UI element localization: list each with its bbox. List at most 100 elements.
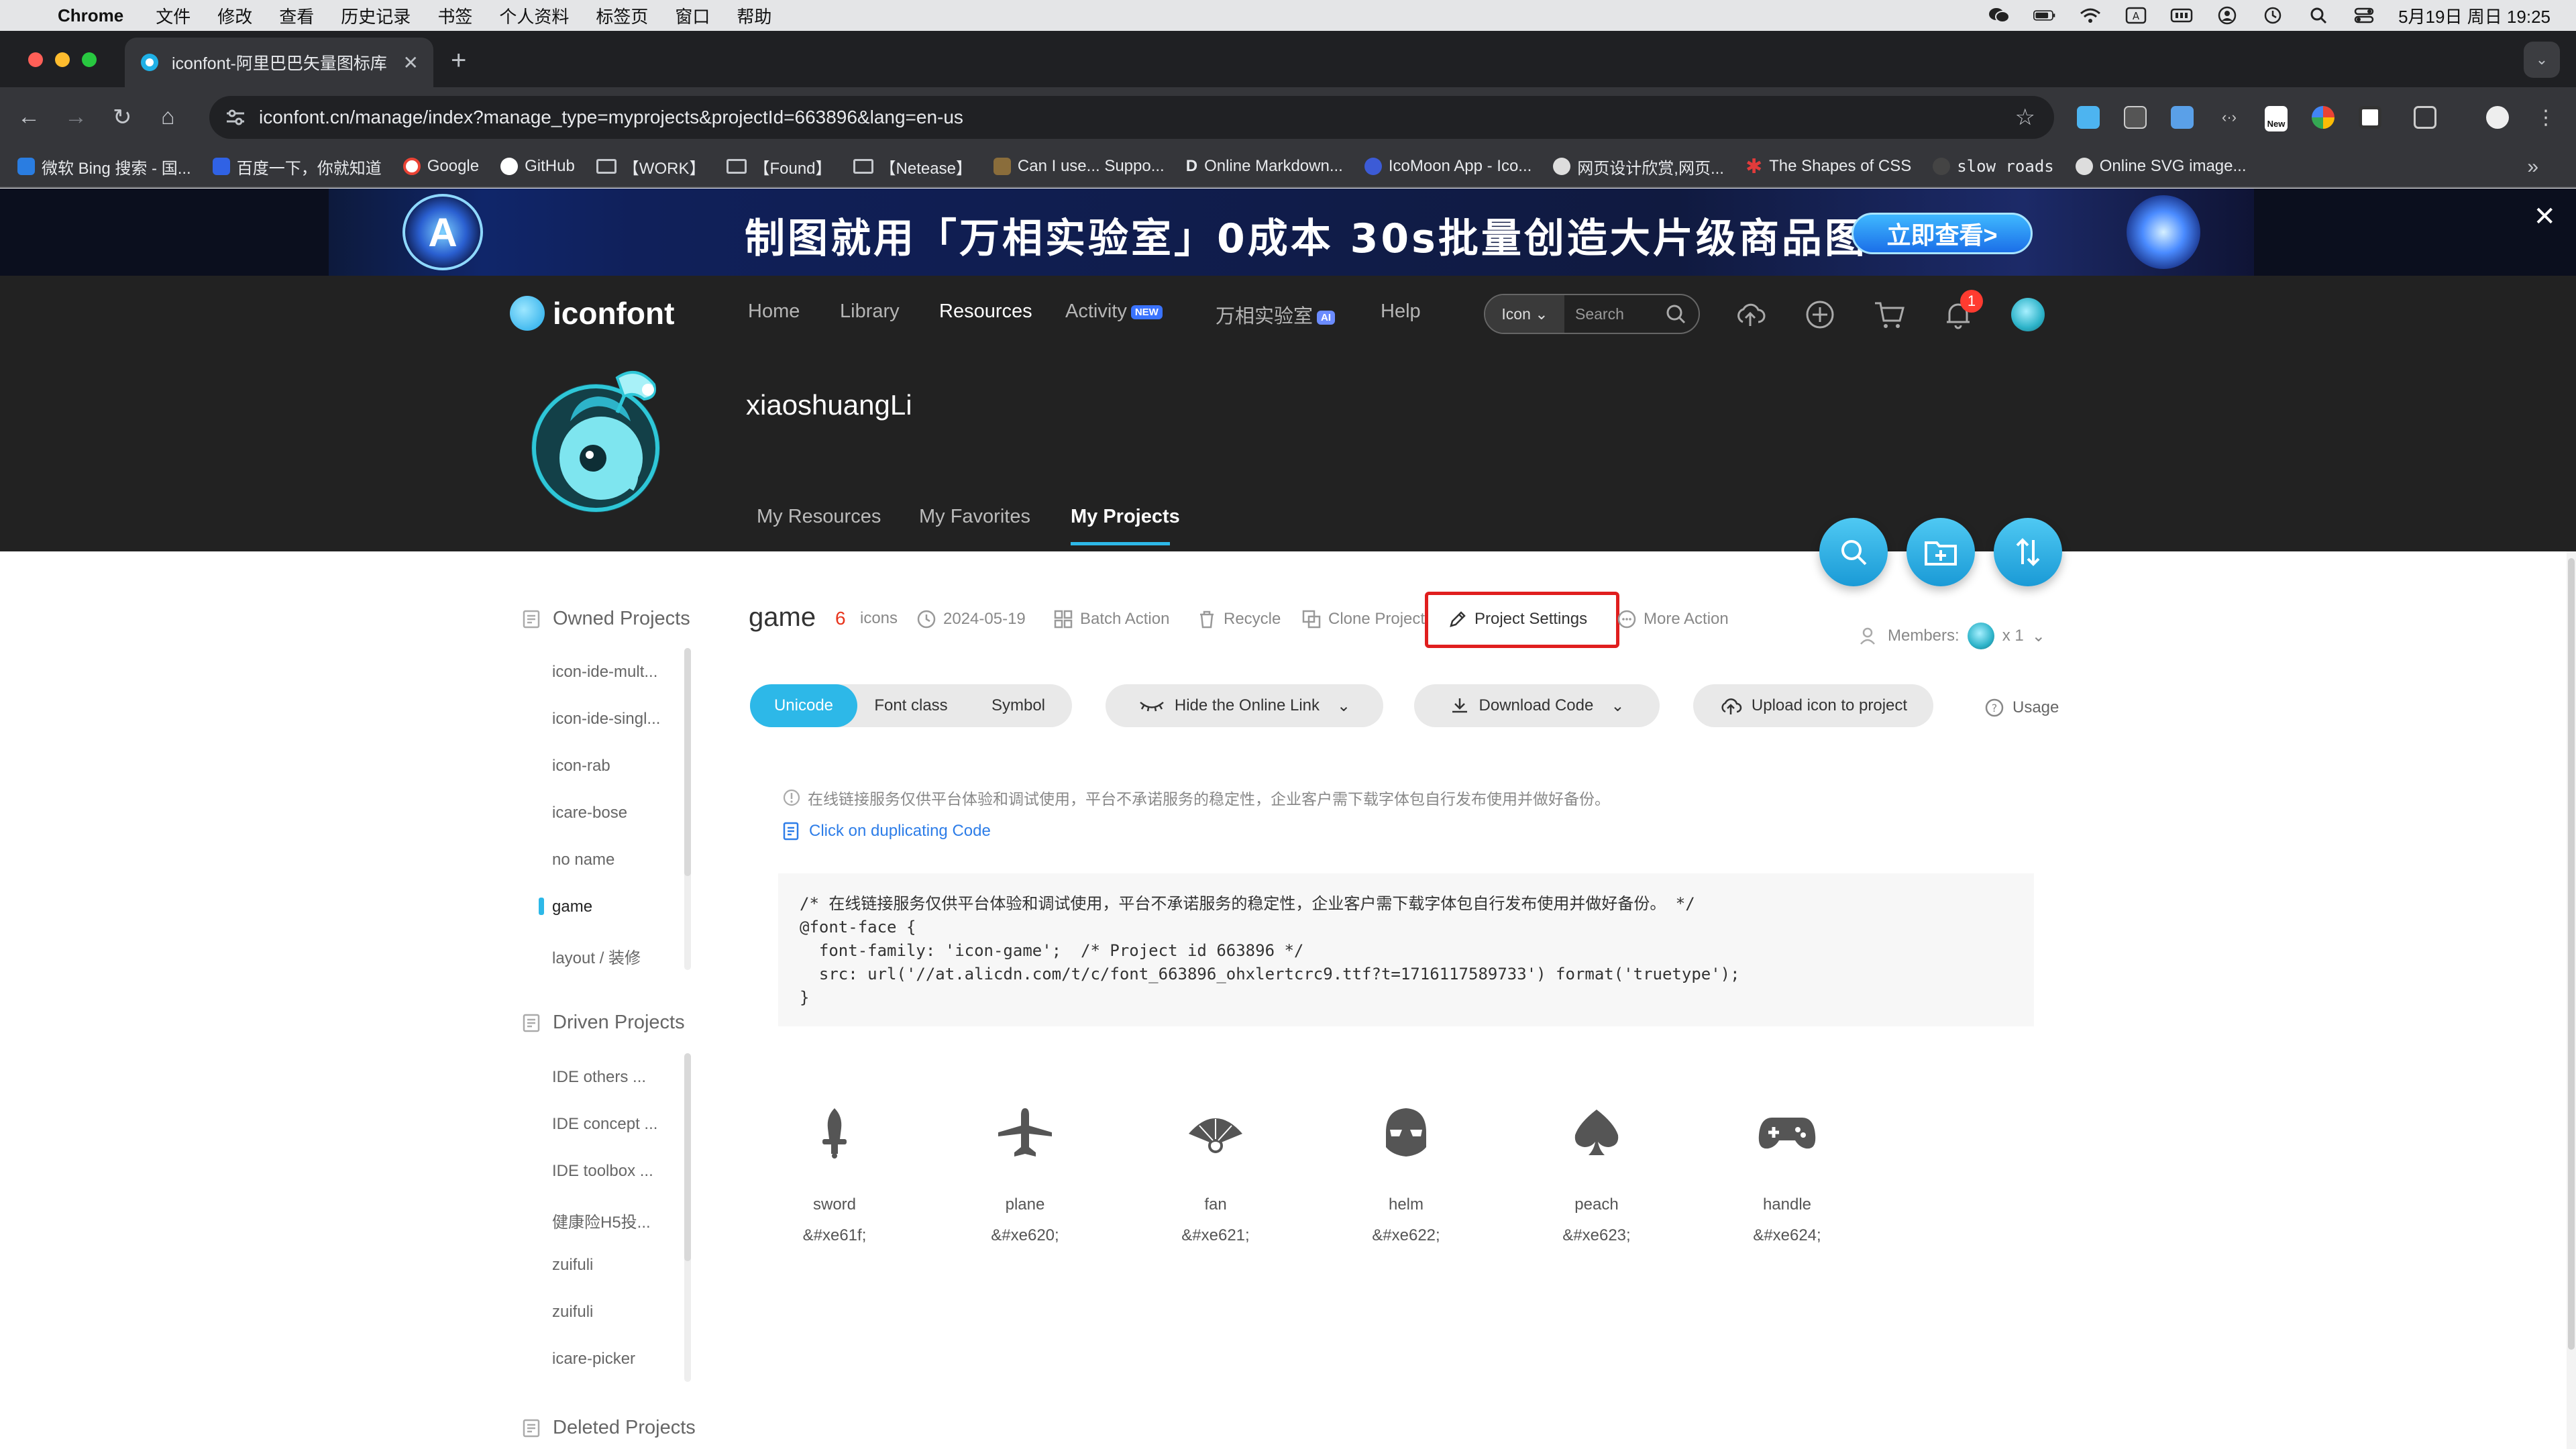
- icon-card-plane[interactable]: plane &#xe620;: [958, 1100, 1092, 1245]
- subtab-my-favorites[interactable]: My Favorites: [919, 506, 1030, 528]
- project-item[interactable]: icon-ide-mult...: [552, 663, 657, 682]
- bookmark-slow-roads[interactable]: slow roads: [1933, 157, 2054, 176]
- back-arrow-icon[interactable]: ←: [17, 104, 40, 130]
- spotlight-search-icon[interactable]: [2307, 7, 2330, 24]
- project-item[interactable]: icare-bose: [552, 804, 627, 822]
- icon-card-helm[interactable]: helm &#xe622;: [1339, 1100, 1473, 1245]
- mode-unicode[interactable]: Unicode: [750, 684, 857, 727]
- add-circle-icon[interactable]: [1805, 299, 1835, 330]
- browser-menu-icon[interactable]: ⋮: [2534, 106, 2557, 129]
- menu-window[interactable]: 窗口: [675, 3, 710, 28]
- more-action-button[interactable]: More Action: [1617, 609, 1729, 629]
- menu-history[interactable]: 历史记录: [341, 3, 411, 28]
- upload-icon-button[interactable]: Upload icon to project: [1693, 684, 1933, 727]
- icon-card-sword[interactable]: sword &#xe61f;: [767, 1100, 902, 1245]
- clone-project-button[interactable]: Clone Project: [1301, 609, 1425, 629]
- menubar-clock[interactable]: 5月19日 周日 19:25: [2398, 3, 2551, 28]
- search-input[interactable]: Search: [1575, 305, 1665, 323]
- banner-close-icon[interactable]: ✕: [2533, 201, 2556, 232]
- battery-saver-icon[interactable]: [2033, 7, 2056, 24]
- nav-wanxiang[interactable]: 万相实验室 AI: [1216, 301, 1336, 329]
- project-item[interactable]: IDE concept ...: [552, 1115, 657, 1134]
- extension-code-icon[interactable]: ‹·›: [2218, 106, 2241, 129]
- extension-image-icon[interactable]: [2171, 106, 2194, 129]
- keyboard-icon[interactable]: [2170, 7, 2193, 24]
- new-tab-button[interactable]: +: [451, 46, 466, 76]
- extension-colors-icon[interactable]: [2312, 106, 2334, 129]
- extension-new-icon[interactable]: New: [2265, 106, 2288, 131]
- bookmark-webdesign[interactable]: 网页设计欣赏,网页...: [1553, 155, 1724, 178]
- extension-bird-icon[interactable]: [2077, 106, 2100, 129]
- menu-bookmarks[interactable]: 书签: [437, 3, 472, 28]
- floating-new-folder-button[interactable]: [1907, 518, 1975, 586]
- window-minimize-button[interactable]: [55, 52, 70, 67]
- url-text[interactable]: iconfont.cn/manage/index?manage_type=myp…: [259, 107, 963, 128]
- bookmark-css-shapes[interactable]: ✱ The Shapes of CSS: [1746, 155, 1911, 178]
- extension-glasses-icon[interactable]: [2124, 106, 2147, 129]
- cart-icon[interactable]: [1873, 299, 1904, 330]
- code-snippet[interactable]: /* 在线链接服务仅供平台体验和调试使用，平台不承诺服务的稳定性，企业客户需下载…: [778, 873, 2034, 1026]
- menu-profiles[interactable]: 个人资料: [499, 3, 569, 28]
- bookmark-github[interactable]: GitHub: [500, 157, 575, 176]
- driven-scrollbar[interactable]: [684, 1053, 691, 1261]
- project-item[interactable]: IDE others ...: [552, 1068, 646, 1087]
- project-item[interactable]: IDE toolbox ...: [552, 1162, 653, 1181]
- project-item[interactable]: 健康险H5投...: [552, 1209, 651, 1232]
- search-icon[interactable]: [1665, 303, 1686, 325]
- mode-font-class[interactable]: Font class: [857, 684, 965, 727]
- site-info-icon[interactable]: [225, 109, 246, 126]
- menu-tabs[interactable]: 标签页: [596, 3, 648, 28]
- menu-file[interactable]: 文件: [156, 3, 191, 28]
- icon-card-fan[interactable]: fan &#xe621;: [1148, 1100, 1283, 1245]
- nav-library[interactable]: Library: [840, 301, 900, 323]
- reload-icon[interactable]: ↻: [113, 104, 132, 131]
- nav-home[interactable]: Home: [748, 301, 800, 323]
- iconfont-logo[interactable]: iconfont: [510, 295, 674, 331]
- menu-view[interactable]: 查看: [279, 3, 314, 28]
- owned-scrollbar[interactable]: [684, 648, 691, 876]
- upload-cloud-icon[interactable]: [1735, 299, 1766, 330]
- project-item[interactable]: zuifuli: [552, 1256, 593, 1275]
- bookmark-bing[interactable]: 微软 Bing 搜索 - 国...: [17, 155, 191, 178]
- extensions-puzzle-icon[interactable]: [2414, 106, 2436, 129]
- project-item[interactable]: zuifuli: [552, 1303, 593, 1322]
- subtab-my-projects[interactable]: My Projects: [1071, 506, 1180, 528]
- subtab-my-resources[interactable]: My Resources: [757, 506, 881, 528]
- project-members[interactable]: Members: x 1 ⌄: [1858, 623, 2045, 649]
- home-icon[interactable]: ⌂: [161, 104, 175, 130]
- page-scrollbar[interactable]: [2567, 551, 2576, 1449]
- project-item[interactable]: icare-picker: [552, 1350, 635, 1368]
- bookmark-baidu[interactable]: 百度一下，你就知道: [212, 155, 382, 178]
- banner-cta-button[interactable]: 立即查看>: [1851, 213, 2033, 254]
- project-item[interactable]: icon-ide-singl...: [552, 710, 660, 729]
- batch-action-button[interactable]: Batch Action: [1053, 609, 1169, 629]
- tab-close-icon[interactable]: ✕: [403, 52, 419, 74]
- icon-card-peach[interactable]: peach &#xe623;: [1529, 1100, 1664, 1245]
- bookmark-caniuse[interactable]: Can I use... Suppo...: [993, 157, 1165, 176]
- hide-online-link-button[interactable]: Hide the Online Link ⌄: [1106, 684, 1383, 727]
- user-avatar-small[interactable]: [2011, 298, 2045, 331]
- menu-edit[interactable]: 修改: [217, 3, 252, 28]
- project-item[interactable]: icon-rab: [552, 757, 610, 775]
- wifi-icon[interactable]: [2079, 7, 2102, 24]
- window-zoom-button[interactable]: [82, 52, 97, 67]
- project-item-active[interactable]: game: [552, 898, 592, 916]
- bookmarks-overflow-icon[interactable]: »: [2527, 156, 2538, 178]
- bookmark-markdown[interactable]: D Online Markdown...: [1186, 157, 1343, 176]
- input-method-icon[interactable]: A: [2125, 7, 2147, 24]
- usage-link[interactable]: ? Usage: [1984, 698, 2059, 718]
- active-tab[interactable]: iconfont-阿里巴巴矢量图标库 ✕: [125, 38, 433, 87]
- icon-card-handle[interactable]: handle &#xe624;: [1720, 1100, 1854, 1245]
- nav-resources[interactable]: Resources: [939, 301, 1032, 323]
- bookmark-folder-found[interactable]: 【Found】: [727, 155, 832, 178]
- ad-banner[interactable]: A 制图就用「万相实验室」0成本 30s批量创造大片级商品图 立即查看>: [0, 189, 2576, 276]
- floating-search-button[interactable]: [1819, 518, 1888, 586]
- window-close-button[interactable]: [28, 52, 43, 67]
- menu-help[interactable]: 帮助: [737, 3, 771, 28]
- search-type-select[interactable]: Icon ⌄: [1485, 295, 1564, 333]
- extension-qrcode-icon[interactable]: [2359, 106, 2381, 129]
- forward-arrow-icon[interactable]: →: [64, 104, 87, 130]
- page-scrollbar-thumb[interactable]: [2568, 558, 2575, 1350]
- tab-search-chevron-icon[interactable]: ⌄: [2524, 42, 2560, 78]
- clock-icon[interactable]: [2261, 7, 2284, 24]
